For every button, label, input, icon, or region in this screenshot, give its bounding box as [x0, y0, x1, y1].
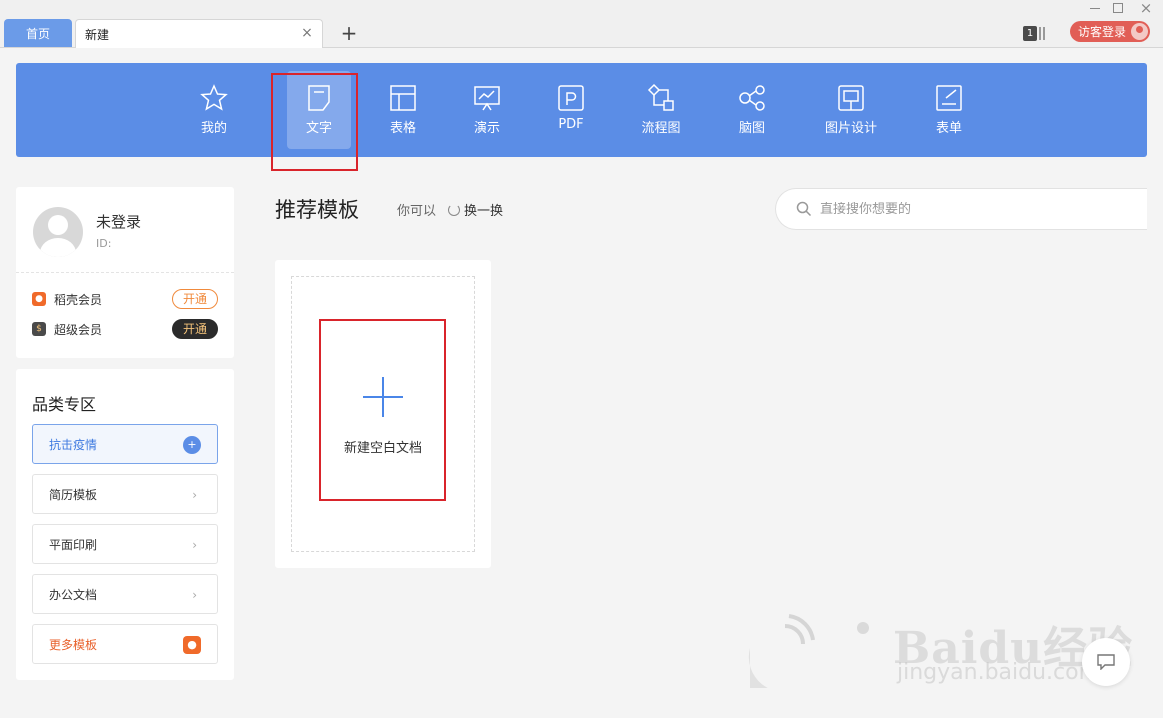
chat-button[interactable]: [1082, 638, 1130, 686]
chevron-right-icon: ›: [192, 588, 197, 602]
category-zone-label: 简历模板: [49, 487, 98, 502]
watermark-dot: [857, 622, 869, 634]
category-presentation[interactable]: 演示: [456, 71, 518, 149]
presentation-icon: [474, 86, 500, 111]
category-form[interactable]: 表单: [918, 71, 980, 149]
form-icon: [936, 85, 962, 111]
tab-bar: 首页 新建 × + 1 访客登录 ×: [0, 0, 1163, 48]
avatar[interactable]: [33, 207, 83, 257]
add-tab-button[interactable]: +: [338, 22, 360, 44]
docer-logo-icon: ●: [183, 636, 201, 654]
category-label: 表格: [389, 121, 416, 136]
docer-open-button[interactable]: 开通: [172, 289, 218, 309]
super-member-icon: $: [32, 322, 46, 336]
category-label: 脑图: [738, 121, 765, 136]
close-icon[interactable]: ×: [300, 26, 314, 40]
user-panel: 未登录 ID: ● 稻壳会员 开通 $ 超级会员 开通: [16, 187, 234, 358]
divider: [16, 272, 234, 273]
category-zone-label: 平面印刷: [49, 537, 98, 552]
minimize-icon[interactable]: [1090, 8, 1100, 9]
category-mindmap[interactable]: 脑图: [721, 71, 783, 149]
category-label: 流程图: [641, 121, 681, 136]
window-list-icon[interactable]: [1039, 27, 1045, 40]
window-count-badge[interactable]: 1: [1023, 26, 1037, 41]
refresh-label: 换一换: [464, 204, 504, 219]
image-design-icon: [838, 85, 864, 111]
tab-home[interactable]: 首页: [4, 19, 72, 47]
search-input[interactable]: [820, 201, 1140, 217]
satellite-dish-icon: [748, 614, 815, 688]
category-zone-label: 抗击疫情: [49, 437, 98, 452]
category-zone-item[interactable]: 平面印刷 ›: [32, 524, 218, 564]
category-label: 我的: [200, 121, 227, 136]
guest-login-label: 访客登录: [1078, 25, 1127, 39]
medical-icon: +: [183, 436, 201, 454]
user-name[interactable]: 未登录: [96, 211, 141, 232]
watermark: Baidu经验 jingyan.baidu.com: [745, 588, 1145, 698]
category-zone-item[interactable]: 办公文档 ›: [32, 574, 218, 614]
refresh-button[interactable]: 换一换: [448, 200, 503, 219]
window-close-icon[interactable]: ×: [1138, 0, 1154, 16]
guest-login-button[interactable]: 访客登录: [1070, 21, 1150, 42]
tab-new[interactable]: 新建 ×: [75, 19, 323, 48]
category-sheet[interactable]: 表格: [372, 71, 434, 149]
category-zone-panel: 品类专区 抗击疫情 + 简历模板 › 平面印刷 › 办公文档 › 更多模板 ●: [16, 369, 234, 680]
tab-new-label: 新建: [85, 27, 110, 42]
category-zone-label: 更多模板: [49, 637, 98, 652]
category-zone-title: 品类专区: [32, 395, 97, 414]
category-label: 演示: [473, 121, 500, 136]
search-box[interactable]: [775, 188, 1147, 230]
watermark-url: jingyan.baidu.com: [897, 660, 1101, 685]
category-zone-item[interactable]: 抗击疫情 +: [32, 424, 218, 464]
category-zone-item[interactable]: 更多模板 ●: [32, 624, 218, 664]
maximize-icon[interactable]: [1113, 3, 1123, 13]
table-icon: [390, 85, 416, 111]
category-label: 图片设计: [824, 121, 877, 136]
category-image-design[interactable]: 图片设计: [816, 71, 886, 149]
category-label: PDF: [558, 117, 584, 132]
category-mine[interactable]: 我的: [183, 71, 245, 149]
super-open-button[interactable]: 开通: [172, 319, 218, 339]
pdf-icon: [558, 85, 584, 111]
membership-label: 稻壳会员: [54, 292, 103, 307]
category-label: 表单: [935, 121, 962, 136]
membership-docer: ● 稻壳会员 开通: [32, 289, 218, 309]
chevron-right-icon: ›: [192, 538, 197, 552]
category-pdf[interactable]: PDF: [540, 71, 602, 149]
refresh-icon: [448, 203, 460, 216]
hint-text: 你可以: [397, 204, 437, 219]
membership-label: 超级会员: [54, 322, 103, 337]
page-title: 推荐模板: [275, 198, 359, 222]
search-icon: [796, 201, 812, 217]
category-flowchart[interactable]: 流程图: [630, 71, 692, 149]
mindmap-icon: [739, 85, 765, 111]
category-bar: 我的 文字 表格 演示 PDF 流程图 脑图 图片设计 表单: [16, 63, 1147, 157]
user-id: ID:: [96, 237, 112, 250]
category-zone-label: 办公文档: [49, 587, 98, 602]
star-icon: [200, 84, 228, 111]
docer-member-icon: ●: [32, 292, 46, 306]
chevron-right-icon: ›: [192, 488, 197, 502]
highlight-box-text-category: [271, 73, 358, 171]
highlight-box-new-document: [319, 319, 446, 501]
chat-icon: [1097, 654, 1115, 670]
membership-super: $ 超级会员 开通: [32, 319, 218, 339]
category-zone-item[interactable]: 简历模板 ›: [32, 474, 218, 514]
user-avatar-icon: [1131, 23, 1148, 40]
flowchart-icon: [647, 83, 674, 111]
